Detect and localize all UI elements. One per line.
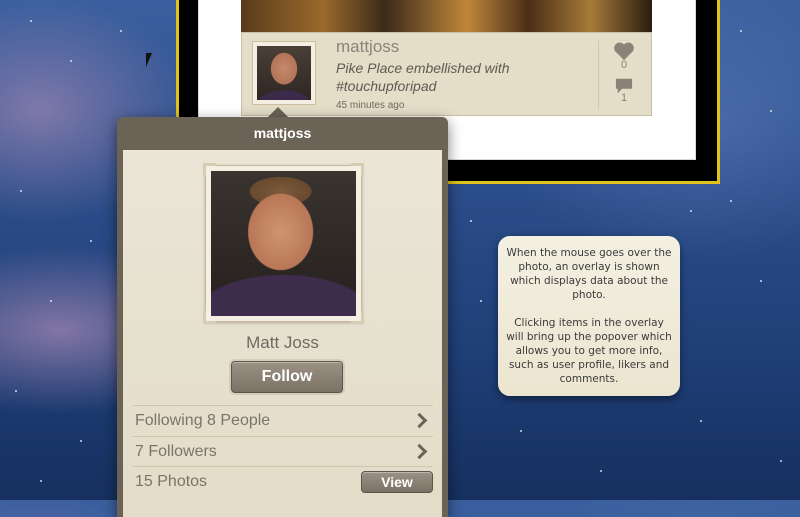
info-note: When the mouse goes over the photo, an o… bbox=[498, 236, 680, 396]
popover-body: Matt Joss Follow Following 8 People 7 Fo… bbox=[123, 150, 442, 517]
chevron-right-icon bbox=[411, 443, 428, 460]
following-label: Following 8 People bbox=[135, 412, 271, 429]
photo-corner bbox=[351, 311, 364, 324]
overlay-divider bbox=[598, 41, 599, 109]
avatar bbox=[211, 171, 356, 316]
photo-corner bbox=[203, 311, 216, 324]
photos-label: 15 Photos bbox=[135, 473, 208, 490]
photo-image[interactable] bbox=[241, 0, 652, 34]
comments-count: 1 bbox=[620, 92, 628, 104]
heart-icon[interactable] bbox=[613, 41, 635, 61]
mouse-cursor-icon bbox=[146, 53, 152, 67]
view-photos-button[interactable]: View bbox=[361, 471, 433, 493]
following-row[interactable]: Following 8 People bbox=[133, 405, 433, 435]
photo-overlay[interactable]: mattjoss Pike Place embellished with #to… bbox=[241, 32, 652, 116]
photo-corner bbox=[351, 163, 364, 176]
followers-label: 7 Followers bbox=[135, 443, 217, 460]
user-popover: mattjoss Matt Joss Follow Following 8 Pe… bbox=[117, 117, 448, 517]
full-name: Matt Joss bbox=[246, 333, 319, 352]
note-paragraph-1: When the mouse goes over the photo, an o… bbox=[506, 247, 672, 301]
chevron-right-icon bbox=[411, 412, 428, 429]
follow-button[interactable]: Follow bbox=[231, 361, 343, 393]
overlay-username[interactable]: mattjoss bbox=[336, 37, 399, 57]
photos-row: 15 Photos View bbox=[133, 466, 433, 496]
user-thumbnail[interactable] bbox=[252, 41, 316, 105]
profile-photo bbox=[203, 163, 364, 324]
popover-title: mattjoss bbox=[253, 125, 312, 141]
avatar bbox=[257, 46, 311, 100]
overlay-caption: Pike Place embellished with #touchupfori… bbox=[336, 60, 510, 94]
overlay-timestamp: 45 minutes ago bbox=[336, 100, 405, 111]
photo-corner bbox=[203, 163, 216, 176]
note-paragraph-2: Clicking items in the overlay will bring… bbox=[506, 317, 672, 385]
likes-count: 0 bbox=[620, 59, 628, 71]
followers-row[interactable]: 7 Followers bbox=[133, 436, 433, 466]
